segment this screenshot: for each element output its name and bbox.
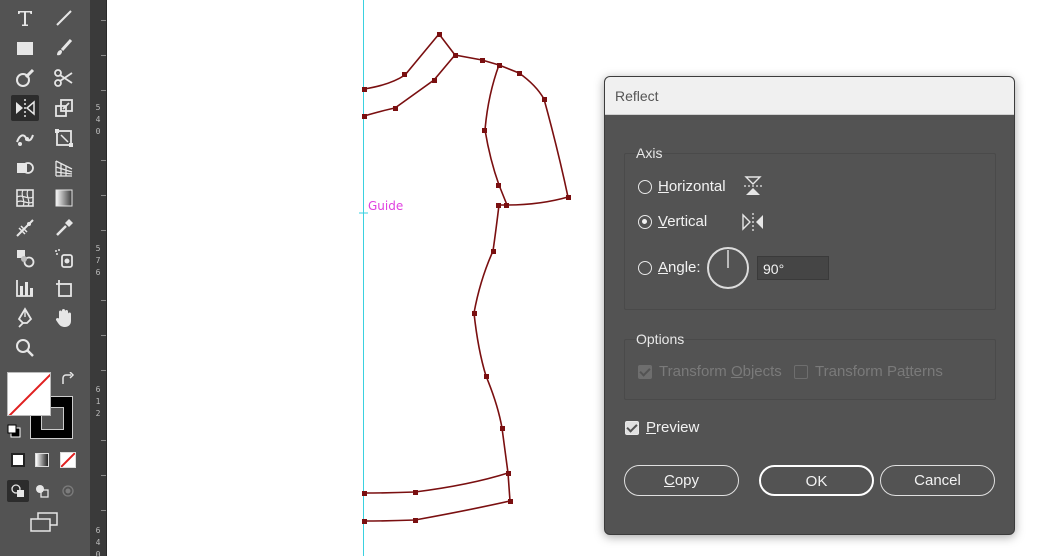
vertical-radio[interactable]: Vertical (638, 213, 707, 230)
angle-label: Angle: (658, 259, 701, 276)
preview-label: Preview (646, 419, 700, 436)
preview-checkbox[interactable]: Preview (625, 419, 699, 436)
copy-button[interactable]: Copy (624, 465, 739, 496)
ok-button[interactable]: OK (759, 465, 874, 496)
dialog-title: Reflect (605, 77, 1014, 115)
transform-patterns-box[interactable] (794, 364, 808, 379)
angle-radio[interactable]: Angle: (638, 259, 701, 276)
transform-objects-label: Transform Objects (659, 363, 782, 380)
horizontal-label: Horizontal (658, 178, 726, 195)
reflect-dialog: Reflect Axis Horizontal Vertical Angle: … (604, 76, 1015, 535)
transform-patterns-label: Transform Patterns (815, 363, 943, 380)
transform-objects-checkbox[interactable]: Transform Objects (638, 363, 782, 380)
vertical-axis-icon (741, 211, 765, 238)
preview-box[interactable] (625, 420, 639, 435)
vertical-radio-button[interactable] (638, 214, 652, 229)
horizontal-radio-button[interactable] (638, 179, 652, 194)
axis-legend: Axis (636, 145, 663, 161)
transform-objects-box[interactable] (638, 364, 652, 379)
angle-radio-button[interactable] (638, 260, 652, 275)
angle-dial[interactable] (706, 246, 750, 295)
transform-patterns-checkbox[interactable]: Transform Patterns (794, 363, 943, 380)
horizontal-radio[interactable]: Horizontal (638, 178, 726, 195)
angle-input[interactable]: 90° (757, 256, 829, 280)
cancel-button[interactable]: Cancel (880, 465, 995, 496)
axis-group (624, 153, 996, 310)
vertical-label: Vertical (658, 213, 708, 230)
horizontal-axis-icon (742, 175, 764, 202)
options-legend: Options (636, 331, 685, 347)
